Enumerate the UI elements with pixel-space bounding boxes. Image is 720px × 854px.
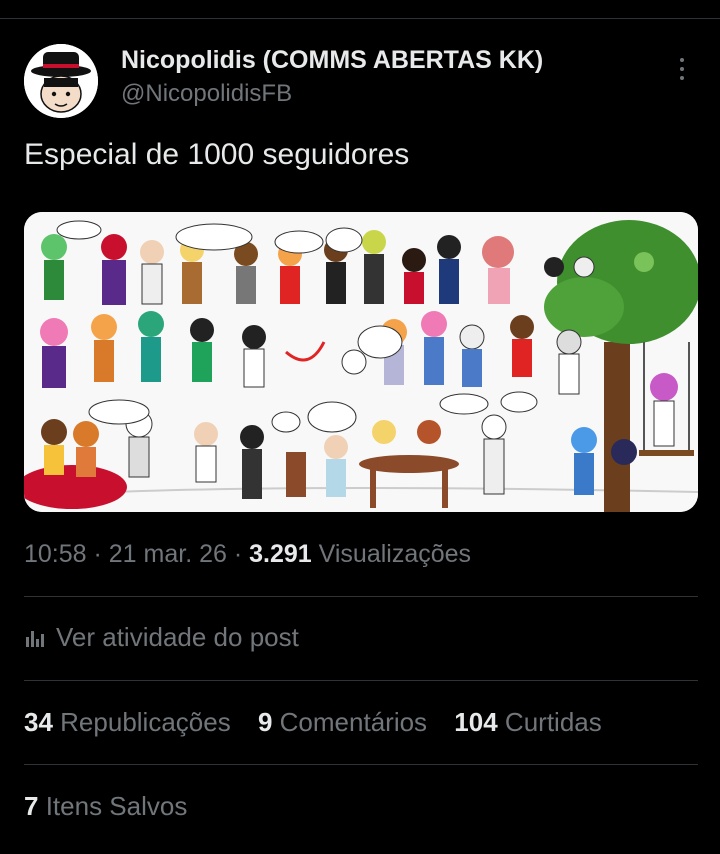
- comments-stat[interactable]: 9 Comentários: [258, 707, 427, 738]
- reposts-label: Republicações: [60, 707, 231, 737]
- reposts-count: 34: [24, 707, 53, 737]
- post-date: 21 mar. 26: [108, 540, 227, 568]
- author-name[interactable]: Nicopolidis (COMMS ABERTAS KK): [121, 46, 543, 75]
- saved-label: Itens Salvos: [45, 791, 188, 821]
- more-options-icon[interactable]: [670, 58, 694, 88]
- post-activity-link[interactable]: Ver atividade do post: [24, 622, 299, 653]
- engagement-stats: 34 Republicações 9 Comentários 104 Curti…: [24, 707, 622, 738]
- activity-label: Ver atividade do post: [56, 622, 299, 652]
- saved-stat[interactable]: 7 Itens Salvos: [24, 791, 187, 822]
- divider: [24, 764, 698, 765]
- likes-stat[interactable]: 104 Curtidas: [454, 707, 601, 738]
- image-icon: [24, 212, 698, 512]
- meta-separator: ·: [86, 540, 109, 568]
- meta-separator: ·: [226, 540, 250, 568]
- post-meta: 10:58 · 21 mar. 26 · 3.291 Visualizações: [24, 540, 471, 569]
- author-handle[interactable]: @NicopolidisFB: [121, 80, 292, 108]
- divider: [24, 680, 698, 681]
- comments-label: Comentários: [279, 707, 428, 737]
- divider: [24, 596, 698, 597]
- analytics-icon: [26, 630, 44, 647]
- views-count: 3.291: [249, 540, 312, 568]
- likes-label: Curtidas: [504, 707, 602, 737]
- author-avatar[interactable]: [24, 44, 98, 118]
- saved-count: 7: [24, 791, 39, 821]
- views-label: Visualizações: [311, 540, 472, 568]
- top-divider: [0, 18, 720, 19]
- likes-count: 104: [454, 707, 498, 737]
- avatar-icon: [24, 44, 98, 118]
- post-image[interactable]: [24, 212, 698, 512]
- post-text: Especial de 1000 seguidores: [24, 138, 410, 171]
- reposts-stat[interactable]: 34 Republicações: [24, 707, 231, 738]
- post-time: 10:58: [24, 540, 87, 568]
- comments-count: 9: [257, 707, 273, 737]
